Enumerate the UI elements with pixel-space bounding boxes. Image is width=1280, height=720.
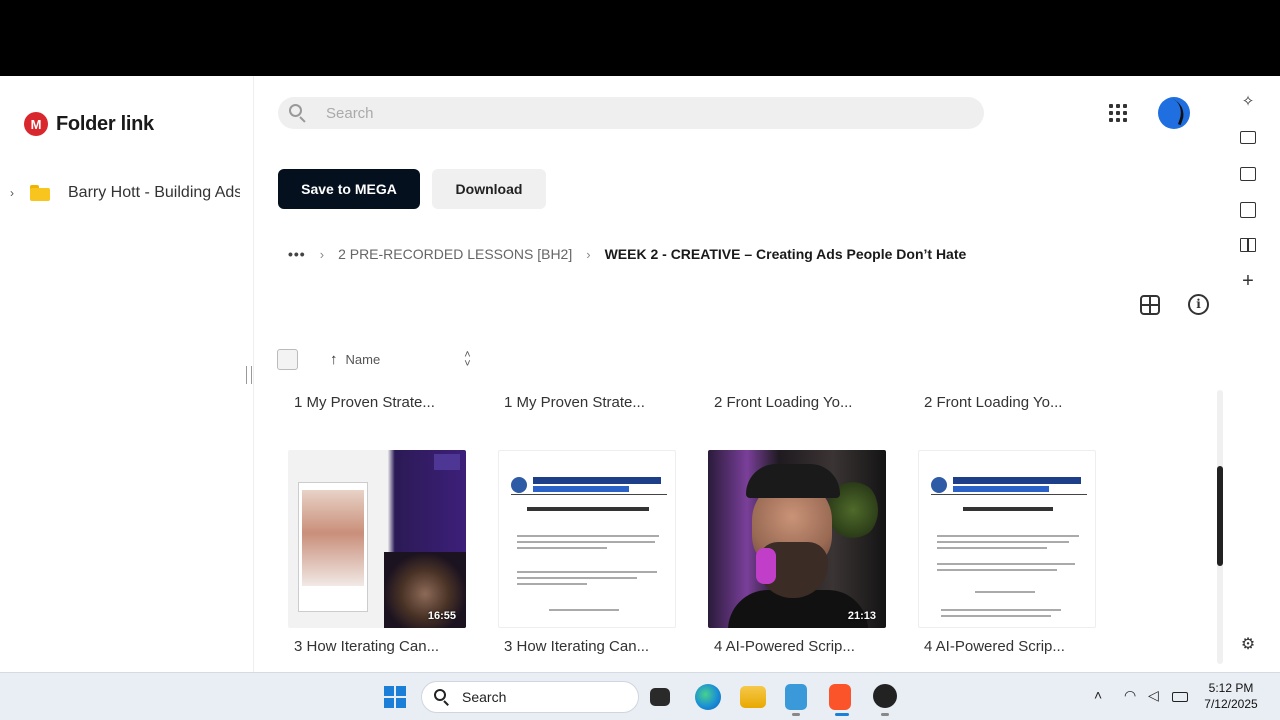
breadcrumb-more-button[interactable]: ••• <box>288 246 306 262</box>
file-name[interactable]: 4 AI-Powered Scrip... <box>924 638 1128 655</box>
file-name[interactable]: 3 How Iterating Can... <box>504 638 708 655</box>
info-icon[interactable]: i <box>1188 294 1209 315</box>
clock-date: 7/12/2025 <box>1204 697 1258 711</box>
document-thumbnail[interactable] <box>918 450 1096 628</box>
download-button[interactable]: Download <box>432 169 546 209</box>
select-all-checkbox[interactable] <box>277 349 298 370</box>
brand: M Folder link <box>24 112 154 136</box>
scrollbar-thumb[interactable] <box>1217 466 1223 566</box>
grid-view-icon[interactable] <box>1140 295 1160 315</box>
video-duration: 16:55 <box>427 610 456 622</box>
mega-app: M Folder link › Barry Hott - Building Ad… <box>0 76 1280 672</box>
volume-icon[interactable]: ◁ <box>1148 687 1159 704</box>
breadcrumb: ••• › 2 PRE-RECORDED LESSONS [BH2] › WEE… <box>288 246 966 262</box>
file-name[interactable]: 4 AI-Powered Scrip... <box>714 638 918 655</box>
taskbar-search[interactable]: Search <box>421 681 639 713</box>
camera-icon[interactable] <box>1240 131 1256 144</box>
video-thumbnail[interactable]: 21:13 <box>708 450 886 628</box>
microphone-icon <box>756 548 776 584</box>
chevron-right-icon[interactable]: › <box>10 186 22 200</box>
save-to-mega-button[interactable]: Save to MEGA <box>278 169 420 209</box>
chevron-right-icon: › <box>319 246 325 262</box>
search-icon <box>288 103 308 123</box>
file-card[interactable]: 21:13 4 AI-Powered Scrip... <box>708 450 918 655</box>
sidebar-folder-label: Barry Hott - Building Ads People Don't H… <box>68 184 240 201</box>
column-name-header[interactable]: Name <box>346 352 381 367</box>
mega-logo-icon: M <box>24 112 48 136</box>
video-thumbnail[interactable]: 16:55 <box>288 450 466 628</box>
bookmark-icon[interactable] <box>1240 202 1256 218</box>
add-icon[interactable]: + <box>1240 271 1256 291</box>
sidebar: M Folder link › Barry Hott - Building Ad… <box>0 76 254 672</box>
file-card[interactable]: 4 AI-Powered Scrip... <box>918 450 1128 655</box>
copilot-icon[interactable]: ✧ <box>1240 94 1256 110</box>
file-name[interactable]: 2 Front Loading Yo... <box>714 394 924 411</box>
sort-toggle-icon[interactable]: ˄ ˅ <box>464 349 470 369</box>
taskbar: Search ˄ ◠ ◁ 5:12 PM 7/12/2025 <box>0 672 1280 720</box>
app-title: Folder link <box>56 112 154 135</box>
main-content: Save to MEGA Download ••• › 2 PRE-RECORD… <box>254 76 1226 672</box>
file-manager-icon[interactable] <box>650 688 670 706</box>
file-explorer-icon[interactable] <box>740 686 766 708</box>
video-duration: 21:13 <box>847 610 876 622</box>
file-name[interactable]: 1 My Proven Strate... <box>294 394 504 411</box>
file-card[interactable]: 16:55 3 How Iterating Can... <box>288 450 498 655</box>
thumbnail-image <box>302 490 364 586</box>
settings-icon[interactable]: ⚙ <box>1240 637 1256 653</box>
brave-icon[interactable] <box>829 684 851 710</box>
apps-grid-icon[interactable] <box>1109 104 1127 122</box>
sidebar-folder-item[interactable]: › Barry Hott - Building Ads People Don't… <box>10 184 250 202</box>
file-grid: 16:55 3 How Iterating Can... 3 How Itera… <box>288 450 1128 655</box>
file-name[interactable]: 3 How Iterating Can... <box>294 638 498 655</box>
file-name[interactable]: 1 My Proven Strate... <box>504 394 714 411</box>
battery-icon[interactable] <box>1172 692 1188 702</box>
clock-time: 5:12 PM <box>1208 681 1254 695</box>
file-name[interactable]: 2 Front Loading Yo... <box>924 394 1134 411</box>
breadcrumb-item[interactable]: 2 PRE-RECORDED LESSONS [BH2] <box>338 246 572 262</box>
avatar[interactable] <box>1158 97 1190 129</box>
notepad-icon[interactable] <box>785 684 807 710</box>
file-row-labels: 1 My Proven Strate... 1 My Proven Strate… <box>294 394 1134 411</box>
wallet-icon[interactable] <box>1240 167 1256 181</box>
edge-icon[interactable] <box>695 684 721 710</box>
obs-icon[interactable] <box>873 684 897 708</box>
breadcrumb-current: WEEK 2 - CREATIVE – Creating Ads People … <box>604 246 967 262</box>
reading-list-icon[interactable] <box>1240 238 1256 252</box>
taskbar-clock[interactable]: 5:12 PM 7/12/2025 <box>1196 680 1266 712</box>
search-bar[interactable] <box>278 97 984 129</box>
browser-side-rail: ✧ + ⚙ <box>1226 76 1280 672</box>
sidebar-resize-handle[interactable] <box>246 366 252 384</box>
taskbar-search-label: Search <box>462 689 507 705</box>
search-icon <box>434 689 450 706</box>
sort-up-arrow-icon[interactable]: ↑ <box>330 351 338 368</box>
logo-badge <box>434 454 460 470</box>
tray-overflow-icon[interactable]: ˄ <box>1094 687 1102 703</box>
file-card[interactable]: 3 How Iterating Can... <box>498 450 708 655</box>
browser-top-area <box>0 0 1280 76</box>
folder-icon <box>30 185 50 201</box>
chevron-right-icon: › <box>586 246 591 262</box>
list-header: ↑ Name ˄ ˅ <box>277 349 471 370</box>
document-thumbnail[interactable] <box>498 450 676 628</box>
search-input[interactable] <box>326 104 926 122</box>
windows-start-icon[interactable] <box>384 686 406 708</box>
wifi-icon[interactable]: ◠ <box>1124 687 1136 704</box>
